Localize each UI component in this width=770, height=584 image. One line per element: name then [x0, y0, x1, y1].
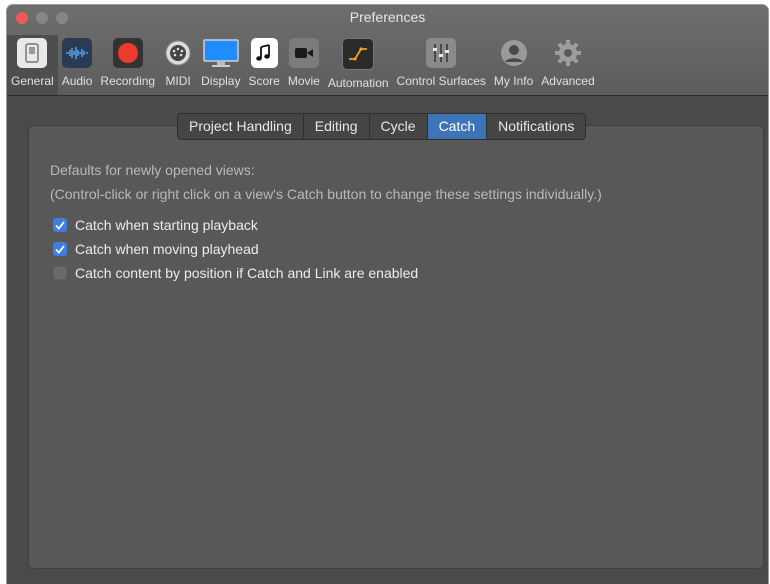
toolbar-item-movie[interactable]: Movie [284, 35, 324, 95]
toolbar-item-audio[interactable]: Audio [58, 35, 97, 95]
toolbar-label: Recording [100, 74, 156, 88]
midi-port-icon [163, 38, 193, 68]
option-label: Catch content by position if Catch and L… [75, 265, 419, 281]
toolbar-item-general[interactable]: General [7, 35, 58, 95]
checkmark-icon [55, 244, 65, 254]
toolbar-item-recording[interactable]: Recording [96, 35, 159, 95]
toolbar-label: Movie [287, 74, 320, 88]
toolbar-item-control-surfaces[interactable]: Control Surfaces [393, 35, 490, 95]
toolbar-label: My Info [493, 74, 534, 88]
tab-catch[interactable]: Catch [427, 114, 488, 139]
toolbar-item-automation[interactable]: Automation [324, 35, 393, 95]
toolbar-label: General [11, 74, 54, 88]
gear-icon [553, 38, 583, 68]
window-title: Preferences [349, 9, 426, 25]
faders-icon [426, 38, 457, 68]
waveform-icon [62, 38, 93, 68]
toolbar-label: MIDI [165, 74, 191, 88]
toolbar-label: Score [248, 74, 280, 88]
titlebar: Preferences General Audio Recording MIDI… [7, 5, 768, 96]
checkbox-checked[interactable] [53, 242, 67, 256]
toolbar-item-my-info[interactable]: My Info [490, 35, 537, 95]
checkmark-icon [55, 220, 65, 230]
toolbar-label: Control Surfaces [396, 74, 486, 88]
tab-bar: Project Handling Editing Cycle Catch Not… [177, 113, 587, 140]
music-note-icon [250, 38, 278, 68]
option-catch-moving-playhead[interactable]: Catch when moving playhead [53, 241, 259, 257]
tab-editing[interactable]: Editing [304, 114, 370, 139]
record-icon [112, 38, 143, 68]
monitor-icon [203, 38, 239, 68]
option-label: Catch when starting playback [75, 217, 258, 233]
checkbox-checked[interactable] [53, 218, 67, 232]
toolbar-label: Display [201, 74, 241, 88]
automation-curve-icon [342, 38, 375, 70]
defaults-note: (Control-click or right click on a view'… [50, 186, 602, 202]
tab-cycle[interactable]: Cycle [370, 114, 428, 139]
user-icon [499, 38, 529, 68]
toolbar-item-advanced[interactable]: Advanced [537, 35, 598, 95]
toolbar-item-score[interactable]: Score [244, 35, 283, 95]
toolbar-item-midi[interactable]: MIDI [159, 35, 197, 95]
video-camera-icon [288, 38, 319, 68]
toolbar-label: Automation [327, 76, 389, 90]
toolbar-label: Advanced [541, 74, 595, 88]
defaults-heading: Defaults for newly opened views: [50, 162, 255, 178]
toolbar-item-display[interactable]: Display [197, 35, 244, 95]
option-label: Catch when moving playhead [75, 241, 259, 257]
toolbar-label: Audio [61, 74, 93, 88]
switch-icon [17, 38, 48, 68]
toolbar: General Audio Recording MIDI Display Sco… [7, 35, 599, 95]
checkbox-unchecked[interactable] [53, 266, 67, 280]
option-catch-starting-playback[interactable]: Catch when starting playback [53, 217, 258, 233]
tab-notifications[interactable]: Notifications [487, 114, 585, 139]
preferences-window: Preferences General Audio Recording MIDI… [7, 5, 768, 584]
tab-project-handling[interactable]: Project Handling [178, 114, 304, 139]
option-catch-content-by-position[interactable]: Catch content by position if Catch and L… [53, 265, 418, 281]
